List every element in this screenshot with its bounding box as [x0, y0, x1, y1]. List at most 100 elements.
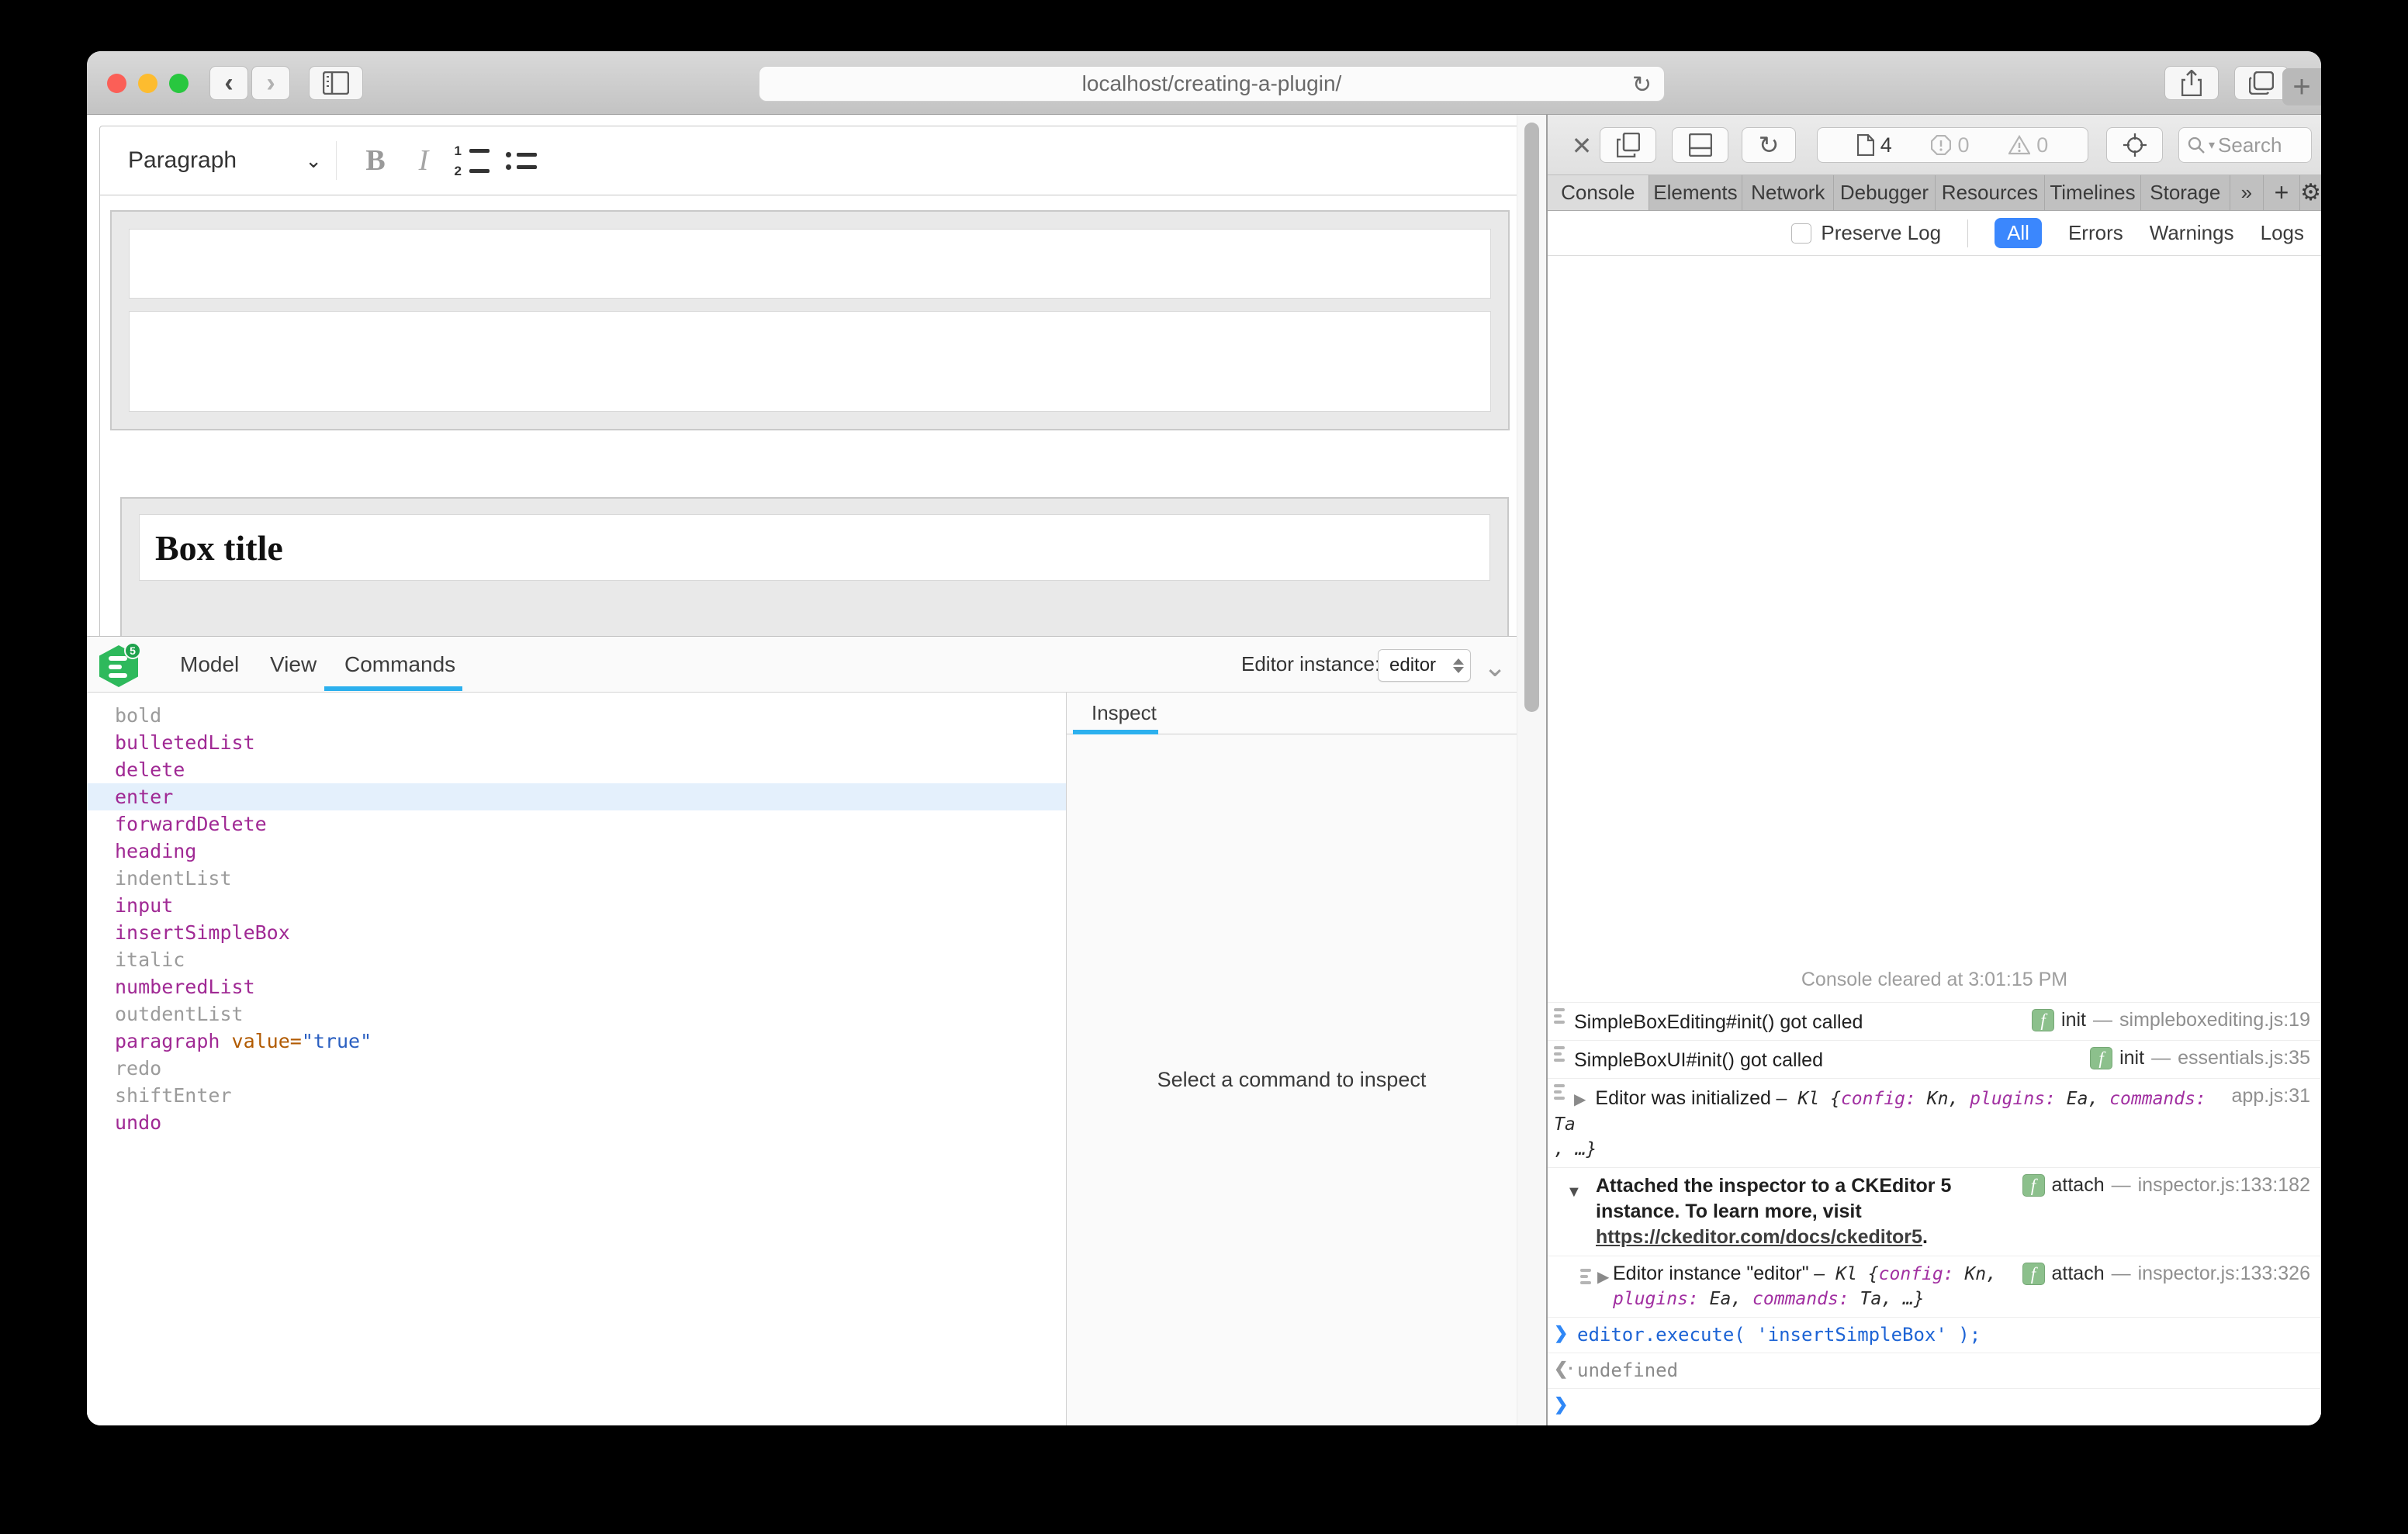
editor-editable-area[interactable]: This is a simple box: Box title: [99, 195, 1517, 636]
sidebar-button[interactable]: [309, 66, 363, 100]
filter-all[interactable]: All: [1995, 218, 2042, 248]
page-resources-indicator: 4: [1857, 133, 1892, 157]
forward-icon: ›: [266, 70, 275, 96]
tab-overview-button[interactable]: [2234, 66, 2289, 100]
add-inspector-tab-button[interactable]: +: [2264, 175, 2300, 210]
dock-bottom-button[interactable]: [1672, 127, 1728, 163]
source-link[interactable]: essentials.js:35: [2178, 1046, 2310, 1070]
source-link[interactable]: simpleboxediting.js:19: [2119, 1008, 2310, 1032]
filter-warnings[interactable]: Warnings: [2150, 221, 2234, 245]
error-octagon-icon: [1931, 135, 1951, 155]
console-prompt[interactable]: ❯: [1548, 1388, 2321, 1425]
command-item-enter[interactable]: enter: [87, 783, 1066, 810]
disclosure-triangle-open-icon[interactable]: ▼: [1566, 1180, 1582, 1205]
collapse-inspector-icon[interactable]: ⌄: [1483, 651, 1507, 683]
tab-debugger[interactable]: Debugger: [1834, 175, 1936, 210]
zoom-button[interactable]: [169, 74, 189, 93]
console-nested-object-row: ▶ Editor instance "editor" – Kl {config:…: [1548, 1256, 2321, 1317]
command-item-indentList[interactable]: indentList: [87, 865, 1066, 892]
italic-button[interactable]: I: [400, 143, 447, 178]
minimize-button[interactable]: [138, 74, 157, 93]
command-item-shiftEnter[interactable]: shiftEnter: [87, 1082, 1066, 1109]
ckeditor-logo: 5: [99, 642, 143, 687]
reload-icon[interactable]: ↻: [1632, 71, 1652, 98]
close-inspector-button[interactable]: ✕: [1566, 130, 1597, 161]
tab-view[interactable]: View: [270, 637, 317, 692]
bulleted-list-button[interactable]: [496, 152, 546, 170]
filter-errors[interactable]: Errors: [2068, 221, 2123, 245]
tab-console[interactable]: Console: [1548, 175, 1649, 210]
preserve-log-checkbox[interactable]: [1791, 223, 1811, 244]
ckeditor-docs-link[interactable]: https://ckeditor.com/docs/ckeditor5: [1596, 1226, 1922, 1248]
forward-button[interactable]: ›: [251, 66, 290, 100]
command-item-numberedList[interactable]: numberedList: [87, 973, 1066, 1000]
heading-dropdown[interactable]: Paragraph ⌄: [128, 147, 322, 174]
element-picker-button[interactable]: [2106, 127, 2163, 163]
tab-storage[interactable]: Storage: [2141, 175, 2230, 210]
tab-inspect[interactable]: Inspect: [1082, 693, 1166, 734]
simple-box-widget-2[interactable]: Box title: [120, 497, 1509, 652]
command-item-insertSimpleBox[interactable]: insertSimpleBox: [87, 919, 1066, 946]
command-item-undo[interactable]: undo: [87, 1109, 1066, 1136]
editor-toolbar: Paragraph ⌄ B I 1 2: [99, 126, 1517, 195]
tab-resources[interactable]: Resources: [1936, 175, 2045, 210]
url-text: localhost/creating-a-plugin/: [1082, 71, 1342, 96]
console-object-row: ▶Editor was initialized – Kl {config: Kn…: [1548, 1078, 2321, 1167]
browser-window: ‹ › localhost/creating-a-plugin/ ↻: [87, 51, 2321, 1425]
command-item-outdentList[interactable]: outdentList: [87, 1000, 1066, 1028]
command-item-paragraph[interactable]: paragraph value="true": [87, 1028, 1066, 1055]
search-icon: [2187, 136, 2206, 154]
new-tab-button[interactable]: +: [2282, 68, 2321, 105]
simple-box-description-field[interactable]: [129, 311, 1491, 412]
console-output: Console cleared at 3:01:15 PM SimpleBoxE…: [1548, 256, 2321, 1425]
inspector-search-field[interactable]: ▾ Search: [2178, 127, 2312, 163]
filter-logs[interactable]: Logs: [2261, 221, 2304, 245]
address-bar[interactable]: localhost/creating-a-plugin/ ↻: [759, 66, 1665, 102]
disclosure-triangle-icon[interactable]: ▶: [1597, 1266, 1609, 1290]
command-item-delete[interactable]: delete: [87, 756, 1066, 783]
page-scrollbar-thumb[interactable]: [1524, 123, 1539, 712]
ckeditor5-badge: 5: [124, 642, 141, 659]
dock-side-button[interactable]: [1600, 127, 1656, 163]
resource-status-group[interactable]: 4 0: [1817, 127, 2088, 163]
numbered-list-button[interactable]: 1 2: [447, 144, 496, 178]
tab-commands[interactable]: Commands: [344, 637, 455, 692]
simple-box-title-field[interactable]: [129, 229, 1491, 299]
command-item-heading[interactable]: heading: [87, 838, 1066, 865]
disclosure-triangle-icon[interactable]: ▶: [1574, 1091, 1586, 1108]
heading-dropdown-label: Paragraph: [128, 147, 237, 174]
tab-overflow-button[interactable]: »: [2230, 175, 2264, 210]
reload-page-button[interactable]: ↻: [1742, 127, 1796, 163]
source-link[interactable]: inspector.js:133:326: [2138, 1262, 2310, 1286]
share-button[interactable]: [2164, 66, 2219, 100]
inspect-empty-message: Select a command to inspect: [1067, 734, 1517, 1425]
command-item-input[interactable]: input: [87, 892, 1066, 919]
source-link[interactable]: app.js:31: [2232, 1084, 2310, 1108]
filter-divider: [1967, 219, 1968, 247]
simple-box-title-field-2[interactable]: Box title: [139, 514, 1490, 581]
inspector-settings-button[interactable]: ⚙: [2300, 175, 2321, 210]
dock-bottom-icon: [1689, 133, 1712, 157]
inspector-tabbar: Console Elements Network Debugger Resour…: [1548, 175, 2321, 211]
command-item-bold[interactable]: bold: [87, 702, 1066, 729]
bold-button[interactable]: B: [351, 143, 400, 178]
tab-elements[interactable]: Elements: [1649, 175, 1743, 210]
console-log-row: SimpleBoxEditing#init() got called f ini…: [1548, 1002, 2321, 1040]
tab-timelines[interactable]: Timelines: [2045, 175, 2141, 210]
console-cleared-message: Console cleared at 3:01:15 PM: [1548, 961, 2321, 1002]
sidebar-icon: [323, 71, 349, 95]
close-button[interactable]: [107, 74, 126, 93]
back-button[interactable]: ‹: [209, 66, 248, 100]
tab-network[interactable]: Network: [1742, 175, 1834, 210]
warning-count-indicator: 0: [2008, 133, 2048, 157]
command-item-forwardDelete[interactable]: forwardDelete: [87, 810, 1066, 838]
command-item-redo[interactable]: redo: [87, 1055, 1066, 1082]
command-item-italic[interactable]: italic: [87, 946, 1066, 973]
simple-box-widget[interactable]: [110, 210, 1510, 430]
source-link[interactable]: inspector.js:133:182: [2138, 1173, 2310, 1197]
console-prompt-chevron-icon: ❯: [1554, 1394, 1577, 1415]
tab-model[interactable]: Model: [180, 637, 239, 692]
command-item-bulletedList[interactable]: bulletedList: [87, 729, 1066, 756]
command-inspect-panel: Inspect Select a command to inspect: [1066, 693, 1517, 1425]
editor-instance-select[interactable]: editor: [1378, 649, 1471, 682]
